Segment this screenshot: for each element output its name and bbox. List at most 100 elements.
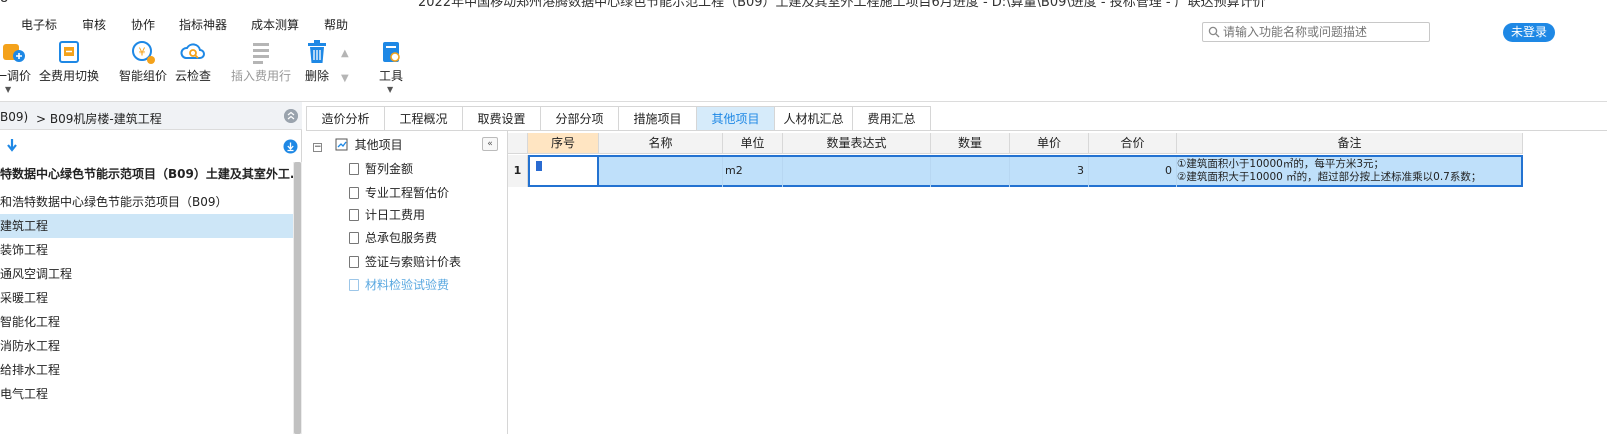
- col-header-seq[interactable]: 序号: [528, 133, 599, 154]
- smart-pricing-button[interactable]: ¥ 智能组价: [118, 36, 168, 100]
- adjust-price-caret-icon[interactable]: ▼: [5, 85, 11, 94]
- document-icon: [349, 163, 359, 175]
- delete-icon: [308, 40, 326, 63]
- mid-tree-provisional-sum[interactable]: 暂列金额: [349, 158, 413, 180]
- mid-tree-item-label: 签证与索赔计价表: [365, 255, 462, 269]
- arrow-down-icon[interactable]: [6, 138, 18, 153]
- svg-text:¥: ¥: [139, 46, 146, 59]
- tree-scrollbar[interactable]: [293, 162, 302, 434]
- smart-pricing-icon: ¥: [132, 41, 155, 64]
- tab-measures[interactable]: 措施项目: [618, 106, 697, 131]
- mid-tree-general-contract-service[interactable]: 总承包服务费: [349, 227, 437, 249]
- tree-item-hvac[interactable]: 通风空调工程: [0, 262, 293, 286]
- tree-item-project-root[interactable]: 特数据中心绿色节能示范项目（B09）土建及其室外工...: [0, 162, 293, 186]
- document-icon: [349, 256, 359, 268]
- document-icon: [349, 232, 359, 244]
- toolbar: 一调价 ▼ 全费用切换 ¥ 智能组价 云检查 插入费用行 删除 ▲ ▼ 工具 ▼: [0, 36, 1607, 100]
- mid-tree-professional-estimate[interactable]: 专业工程暂估价: [349, 182, 449, 204]
- tree-item-electrical[interactable]: 电气工程: [0, 382, 293, 406]
- mid-tree-item-label: 专业工程暂估价: [365, 186, 450, 200]
- cloud-check-label: 云检查: [174, 69, 211, 83]
- full-cost-switch-button[interactable]: 全费用切换: [37, 36, 101, 100]
- adjust-price-label: 一调价: [0, 69, 31, 83]
- tools-icon: [383, 42, 400, 62]
- document-icon: [349, 209, 359, 221]
- mid-tree-item-label: 计日工费用: [365, 208, 426, 222]
- tab-labor-material-summary[interactable]: 人材机汇总: [774, 106, 853, 131]
- menu-electronic-bid[interactable]: 电子标: [21, 16, 57, 33]
- tab-cost-analysis[interactable]: 造价分析: [306, 106, 385, 131]
- insert-cost-row-button[interactable]: 插入费用行: [228, 36, 294, 100]
- tree-item-building[interactable]: 建筑工程: [0, 214, 293, 238]
- document-icon: [349, 279, 359, 291]
- col-header-remark[interactable]: 备注: [1177, 133, 1523, 154]
- cell-remark[interactable]: ①建筑面积小于10000㎡的，每平方米3元； ②建筑面积大于10000 ㎡的，超…: [1177, 157, 1521, 187]
- mid-tree-material-testing[interactable]: 材料检验试验费: [349, 274, 449, 296]
- col-header-qty[interactable]: 数量: [931, 133, 1010, 154]
- full-cost-switch-label: 全费用切换: [38, 69, 99, 83]
- grid-corner: [508, 133, 528, 154]
- title-left-fragment: 8: [0, 0, 8, 6]
- cell-name[interactable]: [599, 157, 723, 187]
- cell-qty-expr[interactable]: [783, 157, 931, 187]
- tree-item-fire-water[interactable]: 消防水工程: [0, 334, 293, 358]
- move-down-icon[interactable]: ▼: [341, 73, 349, 84]
- delete-label: 删除: [304, 69, 329, 83]
- collapse-toggle-icon[interactable]: −: [313, 143, 322, 152]
- app-window: 8 2022年中国移动郑州港腾数据中心绿色节能示范工程（B09）土建及其室外工程…: [0, 0, 1607, 434]
- move-up-icon[interactable]: ▲: [341, 48, 349, 59]
- mid-tree-visa-claims[interactable]: 签证与索赔计价表: [349, 251, 461, 273]
- col-header-qty-expr[interactable]: 数量表达式: [783, 133, 931, 154]
- tab-cost-summary[interactable]: 费用汇总: [852, 106, 931, 131]
- tree-item-plumbing[interactable]: 给排水工程: [0, 358, 293, 382]
- cell-total[interactable]: 0: [1089, 157, 1177, 187]
- tab-fee-settings[interactable]: 取费设置: [462, 106, 541, 131]
- smart-pricing-label: 智能组价: [118, 69, 167, 83]
- tree-toolbar: [0, 131, 302, 159]
- menu-cost-estimate[interactable]: 成本测算: [251, 16, 299, 33]
- window-title: 2022年中国移动郑州港腾数据中心绿色节能示范工程（B09）土建及其室外工程施工…: [418, 0, 1266, 8]
- tree-item-heating[interactable]: 采暖工程: [0, 286, 293, 310]
- row-number[interactable]: 1: [508, 155, 528, 187]
- remark-line-1: ①建筑面积小于10000㎡的，每平方米3元；: [1177, 158, 1384, 170]
- menu-index-tool[interactable]: 指标神器: [179, 16, 227, 33]
- download-circle-icon[interactable]: [283, 139, 298, 154]
- menu-review[interactable]: 审核: [82, 16, 106, 33]
- tree-item-decoration[interactable]: 装饰工程: [0, 238, 293, 262]
- tree-item-intelligent[interactable]: 智能化工程: [0, 310, 293, 334]
- cell-seq-editing[interactable]: [528, 155, 599, 187]
- menu-help[interactable]: 帮助: [324, 16, 348, 33]
- mid-tree-item-label: 材料检验试验费: [365, 278, 450, 292]
- tab-other-items[interactable]: 其他项目: [696, 106, 775, 131]
- cell-price[interactable]: 3: [1010, 157, 1089, 187]
- tree-item-single-project[interactable]: 和浩特数据中心绿色节能示范项目（B09）: [0, 190, 293, 214]
- tab-project-overview[interactable]: 工程概况: [384, 106, 463, 131]
- col-header-name[interactable]: 名称: [599, 133, 723, 154]
- cell-unit[interactable]: m2: [723, 157, 783, 187]
- collapse-tree-button[interactable]: «: [482, 137, 498, 151]
- menu-collaborate[interactable]: 协作: [131, 16, 155, 33]
- title-bar: 8 2022年中国移动郑州港腾数据中心绿色节能示范工程（B09）土建及其室外工程…: [0, 0, 1607, 8]
- tools-caret-icon[interactable]: ▼: [387, 85, 393, 94]
- remark-line-2: ②建筑面积大于10000 ㎡的，超过部分按上述标准乘以0.7系数；: [1177, 171, 1482, 183]
- project-tree-panel: B09) > B09机房楼-建筑工程 特数据中心绿色节能示范项目（B09）土建及…: [0, 102, 302, 434]
- mid-tree-daywork[interactable]: 计日工费用: [349, 204, 425, 226]
- delete-button[interactable]: 删除: [301, 36, 333, 100]
- text-cursor: [536, 161, 542, 171]
- col-header-total[interactable]: 合价: [1089, 133, 1177, 154]
- collapse-panel-icon[interactable]: [284, 109, 298, 123]
- breadcrumb: B09) > B09机房楼-建筑工程: [0, 102, 302, 130]
- breadcrumb-unit[interactable]: > B09机房楼-建筑工程: [36, 110, 162, 127]
- insert-cost-row-label: 插入费用行: [230, 69, 291, 83]
- adjust-price-icon: [3, 44, 25, 62]
- col-header-unit[interactable]: 单位: [723, 133, 783, 154]
- breadcrumb-project[interactable]: B09): [0, 110, 28, 124]
- cloud-check-button[interactable]: 云检查: [173, 36, 213, 100]
- cell-qty[interactable]: [931, 157, 1010, 187]
- tree-scrollbar-thumb[interactable]: [294, 162, 301, 434]
- folder-table-icon: [335, 138, 348, 151]
- mid-tree-item-label: 总承包服务费: [365, 231, 438, 245]
- tab-subdivision[interactable]: 分部分项: [540, 106, 619, 131]
- col-header-price[interactable]: 单价: [1010, 133, 1089, 154]
- mid-tree-root[interactable]: − 其他项目: [313, 134, 403, 156]
